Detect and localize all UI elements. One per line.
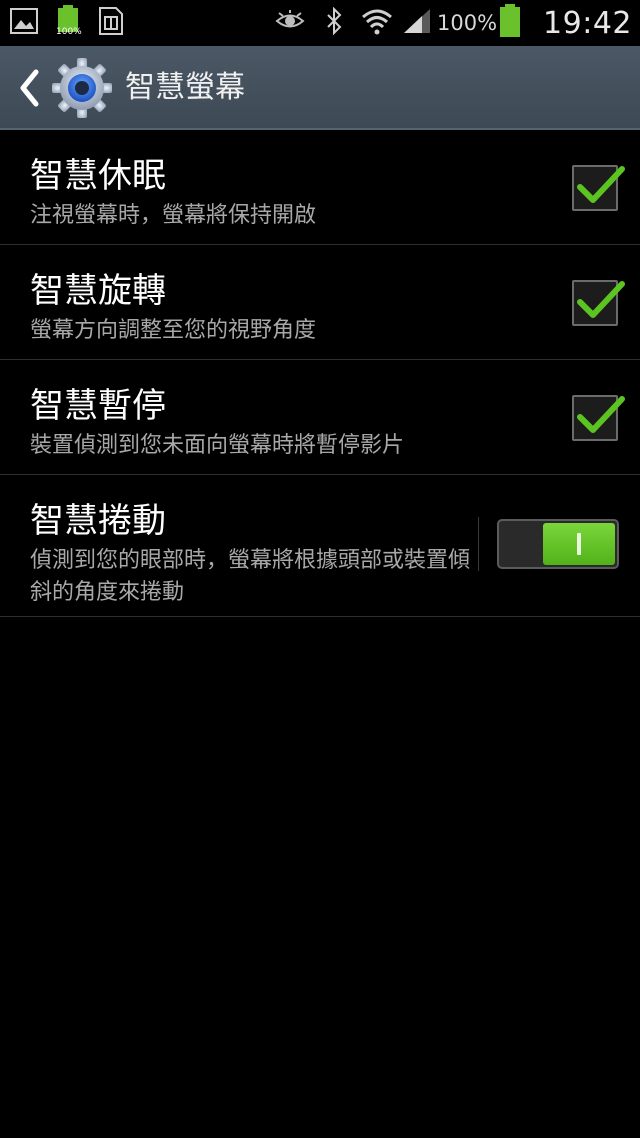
setting-subtitle: 偵測到您的眼部時，螢幕將根據頭部或裝置傾斜的角度來捲動 (30, 548, 471, 605)
setting-title: 智慧休眠 (30, 156, 166, 196)
setting-smart-scroll[interactable]: 智慧捲動 偵測到您的眼部時，螢幕將根據頭部或裝置傾斜的角度來捲動 (0, 475, 640, 617)
settings-list: 智慧休眠 注視螢幕時，螢幕將保持開啟 智慧旋轉 螢幕方向調整至您的視野角度 智慧… (0, 130, 640, 617)
checkmark-icon (577, 396, 625, 433)
setting-title: 智慧旋轉 (30, 271, 166, 311)
back-button[interactable] (6, 46, 52, 130)
battery-full-small-icon: 100% (56, 5, 82, 41)
signal-icon (403, 8, 431, 38)
status-bar: 100% 100% 19:42 (0, 0, 640, 46)
setting-smart-stay[interactable]: 智慧休眠 注視螢幕時，螢幕將保持開啟 (0, 130, 640, 245)
battery-icon (499, 4, 521, 42)
battery-percent: 100% (436, 11, 498, 35)
chevron-left-icon (20, 69, 39, 107)
gallery-icon (10, 8, 38, 38)
bluetooth-icon (325, 6, 343, 39)
smart-stay-eye-icon (275, 10, 305, 36)
checkmark-icon (577, 166, 625, 203)
smart-scroll-switch[interactable] (497, 519, 619, 569)
setting-subtitle: 注視螢幕時，螢幕將保持開啟 (30, 203, 317, 228)
setting-subtitle: 螢幕方向調整至您的視野角度 (30, 318, 317, 343)
setting-title: 智慧暫停 (30, 386, 166, 426)
setting-subtitle: 裝置偵測到您未面向螢幕時將暫停影片 (30, 433, 405, 458)
sim-card-icon (98, 6, 124, 40)
clock: 19:42 (543, 5, 632, 41)
battery-small-label: 100% (56, 27, 82, 37)
page-title: 智慧螢幕 (125, 70, 245, 105)
smart-rotation-checkbox[interactable] (572, 280, 625, 326)
smart-stay-checkbox[interactable] (572, 165, 625, 211)
setting-title: 智慧捲動 (30, 501, 166, 541)
setting-smart-rotation[interactable]: 智慧旋轉 螢幕方向調整至您的視野角度 (0, 245, 640, 360)
action-bar: 智慧螢幕 (0, 46, 640, 130)
smart-pause-checkbox[interactable] (572, 395, 625, 441)
gear-icon (50, 56, 114, 120)
wifi-icon (361, 7, 393, 39)
switch-thumb[interactable] (543, 523, 615, 565)
divider (478, 517, 479, 571)
checkmark-icon (577, 281, 625, 318)
setting-smart-pause[interactable]: 智慧暫停 裝置偵測到您未面向螢幕時將暫停影片 (0, 360, 640, 475)
